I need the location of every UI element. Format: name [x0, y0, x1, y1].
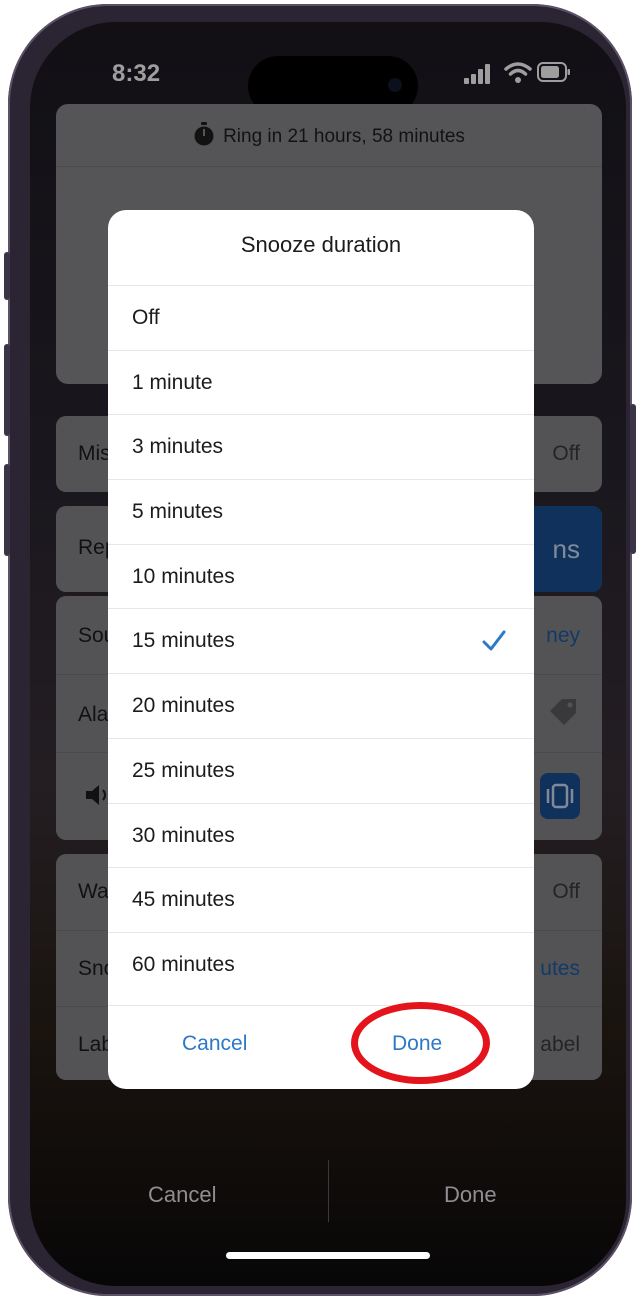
- option-60-minutes[interactable]: 60 minutes: [108, 931, 534, 997]
- option-label: 25 minutes: [132, 758, 235, 782]
- cancel-button[interactable]: Cancel: [148, 1182, 216, 1208]
- snooze-duration-dialog: Snooze duration Off 1 minute 3 minutes 5…: [108, 210, 534, 1089]
- option-label: 60 minutes: [132, 952, 235, 976]
- option-off[interactable]: Off: [108, 285, 534, 350]
- option-30-minutes[interactable]: 30 minutes: [108, 802, 534, 868]
- option-label: 5 minutes: [132, 500, 224, 524]
- divider: [328, 1160, 329, 1222]
- option-45-minutes[interactable]: 45 minutes: [108, 867, 534, 932]
- done-button[interactable]: Done: [444, 1182, 497, 1208]
- option-25-minutes[interactable]: 25 minutes: [108, 737, 534, 803]
- snooze-options-list: Off 1 minute 3 minutes 5 minutes 10 minu…: [108, 285, 534, 997]
- power-button: [630, 404, 636, 554]
- option-label: 1 minute: [132, 370, 213, 394]
- highlight-circle: [351, 1002, 490, 1084]
- volume-up-button: [4, 344, 10, 436]
- option-label: 30 minutes: [132, 823, 235, 847]
- option-label: 45 minutes: [132, 888, 235, 912]
- option-5-minutes[interactable]: 5 minutes: [108, 479, 534, 544]
- option-label: 3 minutes: [132, 435, 224, 459]
- option-label: 20 minutes: [132, 694, 235, 718]
- option-label: Off: [132, 306, 160, 329]
- checkmark-icon: [482, 630, 506, 651]
- home-indicator[interactable]: [226, 1252, 430, 1259]
- volume-down-button: [4, 464, 10, 556]
- option-20-minutes[interactable]: 20 minutes: [108, 673, 534, 738]
- bottom-action-bar: Cancel Done: [30, 1140, 626, 1230]
- dialog-cancel-button[interactable]: Cancel: [182, 1032, 247, 1056]
- option-15-minutes[interactable]: 15 minutes: [108, 608, 534, 673]
- option-label: 15 minutes: [132, 629, 235, 653]
- option-3-minutes[interactable]: 3 minutes: [108, 414, 534, 479]
- option-1-minute[interactable]: 1 minute: [108, 349, 534, 415]
- option-10-minutes[interactable]: 10 minutes: [108, 543, 534, 609]
- option-label: 10 minutes: [132, 564, 235, 588]
- dialog-title: Snooze duration: [240, 232, 402, 257]
- action-button: [4, 252, 10, 300]
